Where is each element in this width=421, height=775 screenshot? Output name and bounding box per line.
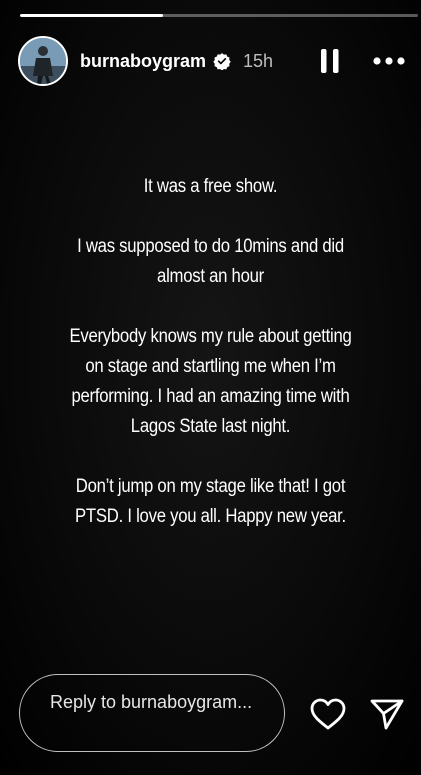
verified-badge-icon xyxy=(213,53,231,70)
story-paragraph: Everybody knows my rule about getting on… xyxy=(69,326,352,437)
story-timestamp: 15h xyxy=(243,50,274,71)
story-progress-bar xyxy=(20,14,418,17)
avatar[interactable] xyxy=(18,36,68,86)
story-footer: Reply to burnaboygram... xyxy=(0,674,421,754)
send-icon[interactable] xyxy=(369,696,405,732)
heart-icon[interactable] xyxy=(309,697,347,731)
story-viewer[interactable]: burnaboygram 15h It was a free show. I w… xyxy=(0,0,421,775)
story-paragraph: Don’t jump on my stage like that! I got … xyxy=(75,476,346,527)
story-progress-fill xyxy=(20,14,164,17)
story-paragraph: I was supposed to do 10mins and did almo… xyxy=(77,236,344,287)
story-paragraph: It was a free show. xyxy=(143,176,278,197)
story-text: It was a free show. I was supposed to do… xyxy=(60,172,360,562)
story-header: burnaboygram 15h xyxy=(18,35,411,87)
more-icon[interactable] xyxy=(371,48,407,74)
story-username[interactable]: burnaboygram xyxy=(80,51,206,72)
avatar-image xyxy=(20,38,66,84)
pause-icon[interactable] xyxy=(319,48,341,74)
reply-input[interactable]: Reply to burnaboygram... xyxy=(19,674,285,752)
